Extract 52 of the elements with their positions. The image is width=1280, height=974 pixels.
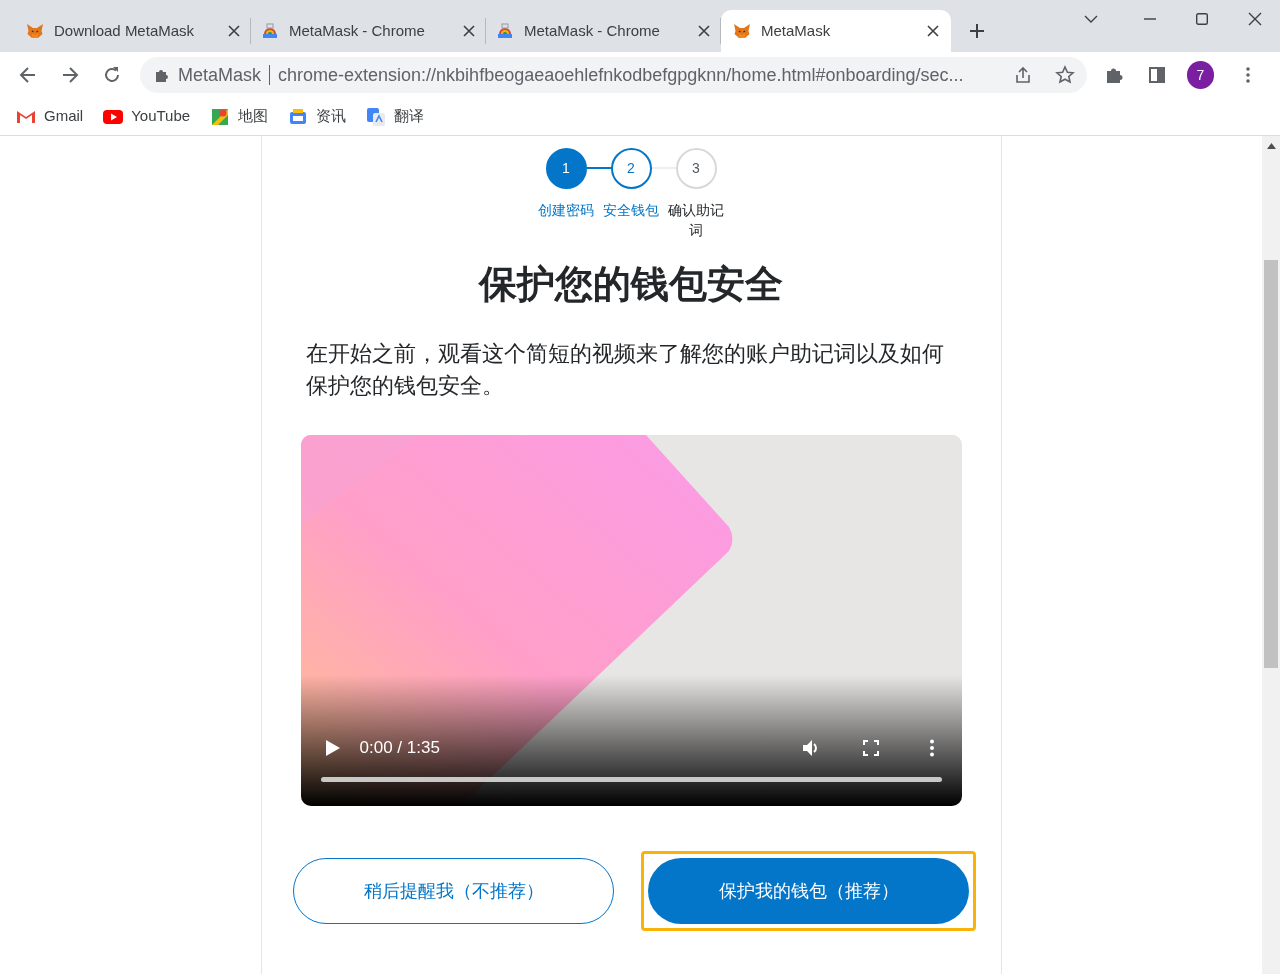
tab-title: MetaMask <box>761 20 832 41</box>
primary-button[interactable]: 保护我的钱包（推荐） <box>648 858 969 924</box>
close-icon[interactable] <box>463 25 475 37</box>
progress-track[interactable] <box>320 777 942 782</box>
video-time: 0:00 / 1:35 <box>359 737 440 760</box>
tab-title: MetaMask - Chrome <box>524 20 661 41</box>
scroll-up-icon[interactable] <box>1266 143 1276 149</box>
puzzle-icon <box>154 67 170 83</box>
fullscreen-icon[interactable] <box>862 740 879 756</box>
close-icon[interactable] <box>698 25 710 37</box>
more-options-icon[interactable] <box>928 739 935 757</box>
browser-tab[interactable]: MetaMask - Chrome <box>251 18 486 44</box>
maximize-icon[interactable] <box>1196 13 1208 25</box>
back-icon[interactable] <box>18 65 38 85</box>
dropdown-icon[interactable] <box>1084 15 1098 23</box>
fox-icon <box>26 22 44 40</box>
bookmark[interactable]: Gmail <box>16 105 84 128</box>
browser-tab[interactable]: MetaMask <box>721 10 951 52</box>
url-text: chrome-extension://nkbihfbeogaeaoehlefnkodbefgpgknn/home.html#onboarding/sec... <box>278 63 965 87</box>
reload-icon[interactable] <box>102 65 122 85</box>
description-text: 在开始之前，观看这个简短的视频来了解您的账户助记词以及如何保护您的钱包安全。 <box>306 340 945 400</box>
forward-icon[interactable] <box>60 65 80 85</box>
bookmark[interactable]: YouTube <box>103 105 191 128</box>
page-title: 保护您的钱包安全 <box>479 262 783 307</box>
translate-icon <box>366 106 387 127</box>
step-label: 确认助记词 <box>667 201 725 240</box>
bookmark[interactable]: 地图 <box>210 105 269 128</box>
step-label: 创建密码 <box>538 201 594 220</box>
secondary-button[interactable]: 稍后提醒我（不推荐） <box>293 858 614 924</box>
rainbow-icon <box>496 22 514 40</box>
close-window-icon[interactable] <box>1248 12 1262 26</box>
side-panel-icon[interactable] <box>1146 65 1167 85</box>
browser-tab[interactable]: MetaMask - Chrome <box>486 18 721 44</box>
tab-title: MetaMask - Chrome <box>289 20 426 41</box>
bookmark[interactable]: 翻译 <box>366 105 425 128</box>
bookmark[interactable]: 资讯 <box>288 105 347 128</box>
scrollbar-thumb[interactable] <box>1264 260 1278 668</box>
star-icon[interactable] <box>1054 65 1075 85</box>
news-icon <box>288 106 309 127</box>
step-label: 安全钱包 <box>603 201 659 220</box>
rainbow-icon <box>261 22 279 40</box>
play-icon[interactable] <box>325 740 340 756</box>
close-icon[interactable] <box>228 25 240 37</box>
address-bar[interactable]: MetaMask chrome-extension://nkbihfbeogaeaoehlefnkodbefgpgknn/home.html#onboarding/sec... <box>140 57 1087 93</box>
tab-title: Download MetaMask <box>54 20 196 41</box>
map-pin-icon <box>210 106 231 127</box>
profile-avatar[interactable]: 7 <box>1186 61 1214 89</box>
new-tab-icon[interactable] <box>969 23 985 39</box>
close-icon[interactable] <box>927 25 939 37</box>
browser-tab[interactable]: Download MetaMask <box>16 18 251 44</box>
fox-icon <box>733 22 751 40</box>
site-name: MetaMask <box>178 63 262 87</box>
